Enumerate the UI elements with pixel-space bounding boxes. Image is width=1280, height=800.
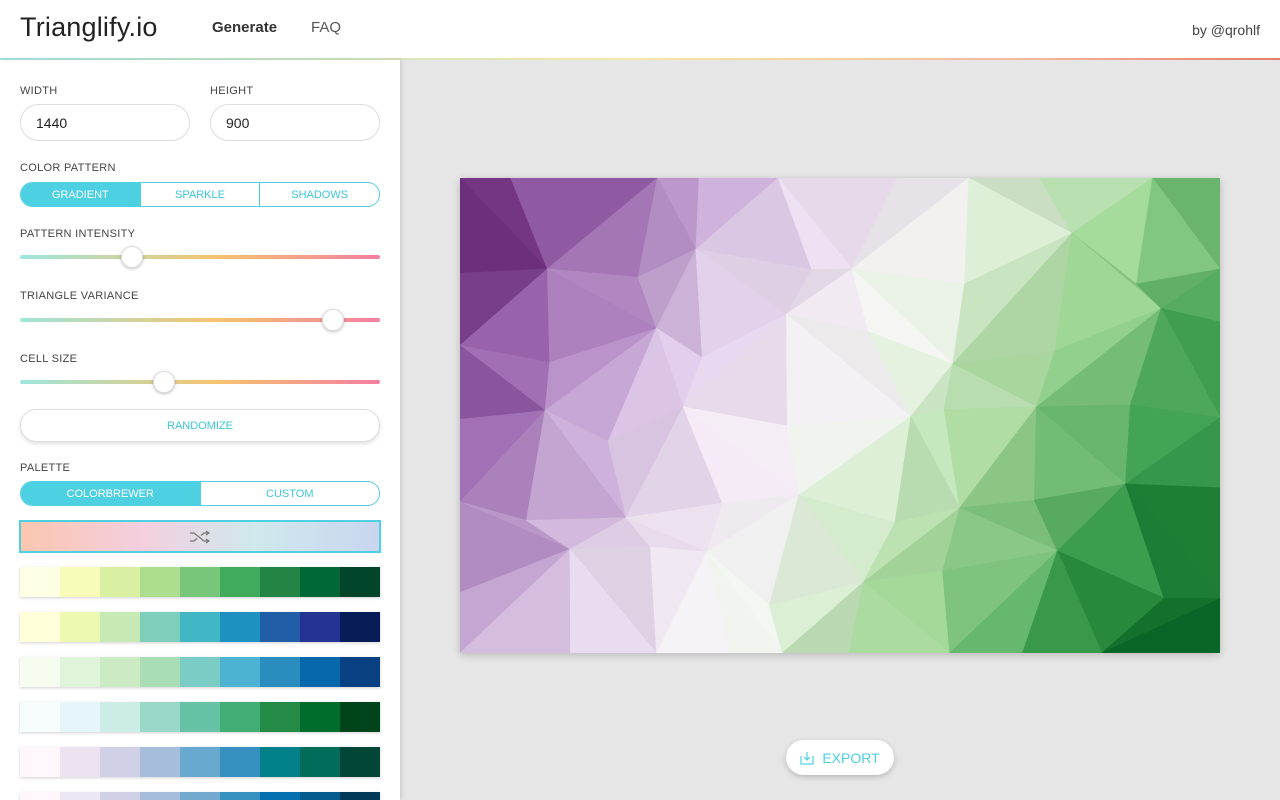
palette-swatch <box>300 702 340 732</box>
palette-swatch <box>260 567 300 597</box>
palette-swatch <box>180 567 220 597</box>
color-pattern-toggle: GRADIENT SPARKLE SHADOWS <box>20 182 380 207</box>
app-header: Trianglify.io Generate FAQ by @qrohlf <box>0 0 1280 60</box>
palette-swatch <box>340 702 380 732</box>
palette-swatch <box>220 567 260 597</box>
palette-swatch <box>100 567 140 597</box>
palette-swatch <box>300 792 340 800</box>
palette-swatch <box>300 612 340 642</box>
height-input[interactable] <box>210 104 380 141</box>
height-label: HEIGHT <box>210 85 254 97</box>
palette-swatch <box>180 792 220 800</box>
palette-swatch <box>60 702 100 732</box>
palette-swatch <box>60 747 100 777</box>
palette-option[interactable] <box>20 702 380 732</box>
palette-swatch <box>180 612 220 642</box>
palette-toggle: COLORBREWER CUSTOM <box>20 481 380 506</box>
palette-swatch <box>220 792 260 800</box>
intensity-thumb[interactable] <box>120 246 143 268</box>
palette-swatch <box>260 747 300 777</box>
palette-swatch <box>140 702 180 732</box>
palette-swatch <box>20 657 60 687</box>
palette-swatch <box>140 792 180 800</box>
intensity-slider[interactable] <box>20 245 380 269</box>
palette-swatch <box>60 567 100 597</box>
palette-swatch <box>220 747 260 777</box>
palette-swatch <box>140 657 180 687</box>
width-label: WIDTH <box>20 85 58 97</box>
cell-size-thumb[interactable] <box>153 371 175 393</box>
palette-swatch <box>340 747 380 777</box>
nav-faq[interactable]: FAQ <box>311 19 341 36</box>
palette-swatch <box>260 792 300 800</box>
palette-swatch <box>340 657 380 687</box>
palette-swatch <box>220 702 260 732</box>
palette-option[interactable] <box>20 747 380 777</box>
palette-option[interactable] <box>20 657 380 687</box>
palette-swatch <box>100 747 140 777</box>
intensity-track <box>20 255 380 259</box>
palette-swatch <box>60 657 100 687</box>
selected-palette[interactable] <box>19 520 381 553</box>
trianglify-pattern <box>460 178 1220 653</box>
variance-slider[interactable] <box>20 308 380 332</box>
width-input[interactable] <box>20 104 190 141</box>
pattern-sparkle-button[interactable]: SPARKLE <box>140 183 261 206</box>
cell-size-slider[interactable] <box>20 370 380 394</box>
palette-swatch <box>180 747 220 777</box>
palette-swatch <box>140 567 180 597</box>
palette-swatch <box>100 702 140 732</box>
palette-swatch <box>140 612 180 642</box>
palette-swatch <box>20 702 60 732</box>
color-pattern-label: COLOR PATTERN <box>20 162 116 174</box>
palette-swatch <box>60 792 100 800</box>
palette-swatch <box>260 657 300 687</box>
palette-swatch <box>180 702 220 732</box>
palette-swatch <box>20 567 60 597</box>
palette-swatch <box>300 567 340 597</box>
settings-sidebar: WIDTH HEIGHT COLOR PATTERN GRADIENT SPAR… <box>0 60 400 800</box>
palette-swatch <box>220 612 260 642</box>
palette-swatch <box>20 792 60 800</box>
pattern-shadows-button[interactable]: SHADOWS <box>260 183 379 206</box>
cell-size-label: CELL SIZE <box>20 353 78 365</box>
palette-colorbrewer-button[interactable]: COLORBREWER <box>21 482 201 505</box>
palette-option[interactable] <box>20 612 380 642</box>
pattern-gradient-button[interactable]: GRADIENT <box>21 183 141 206</box>
palette-swatch <box>260 612 300 642</box>
palette-swatch <box>340 792 380 800</box>
variance-label: TRIANGLE VARIANCE <box>20 290 139 302</box>
palette-option[interactable] <box>20 792 380 800</box>
variance-thumb[interactable] <box>322 309 345 331</box>
main-nav: Generate FAQ <box>212 19 341 36</box>
palette-swatch <box>260 702 300 732</box>
palette-swatch <box>340 612 380 642</box>
intensity-label: PATTERN INTENSITY <box>20 228 136 240</box>
palette-swatch <box>20 747 60 777</box>
shuffle-icon <box>190 530 211 543</box>
author-link[interactable]: by @qrohlf <box>1192 22 1260 38</box>
app-logo[interactable]: Trianglify.io <box>20 12 158 43</box>
palette-swatch <box>100 612 140 642</box>
export-button[interactable]: EXPORT <box>786 740 894 775</box>
palette-swatch <box>20 612 60 642</box>
cell-size-track <box>20 380 380 384</box>
palette-label: PALETTE <box>20 462 71 474</box>
palette-custom-button[interactable]: CUSTOM <box>200 482 379 505</box>
palette-swatch <box>140 747 180 777</box>
export-label: EXPORT <box>822 749 880 766</box>
pattern-preview <box>460 178 1220 653</box>
palette-swatch <box>180 657 220 687</box>
palette-swatch <box>220 657 260 687</box>
palette-swatch <box>300 747 340 777</box>
palette-swatch <box>340 567 380 597</box>
randomize-button[interactable]: RANDOMIZE <box>20 409 380 442</box>
palette-swatch <box>100 657 140 687</box>
palette-option[interactable] <box>20 567 380 597</box>
download-icon <box>800 751 814 765</box>
nav-generate[interactable]: Generate <box>212 19 277 36</box>
palette-swatch <box>300 657 340 687</box>
palette-swatch <box>60 612 100 642</box>
palette-swatch <box>100 792 140 800</box>
